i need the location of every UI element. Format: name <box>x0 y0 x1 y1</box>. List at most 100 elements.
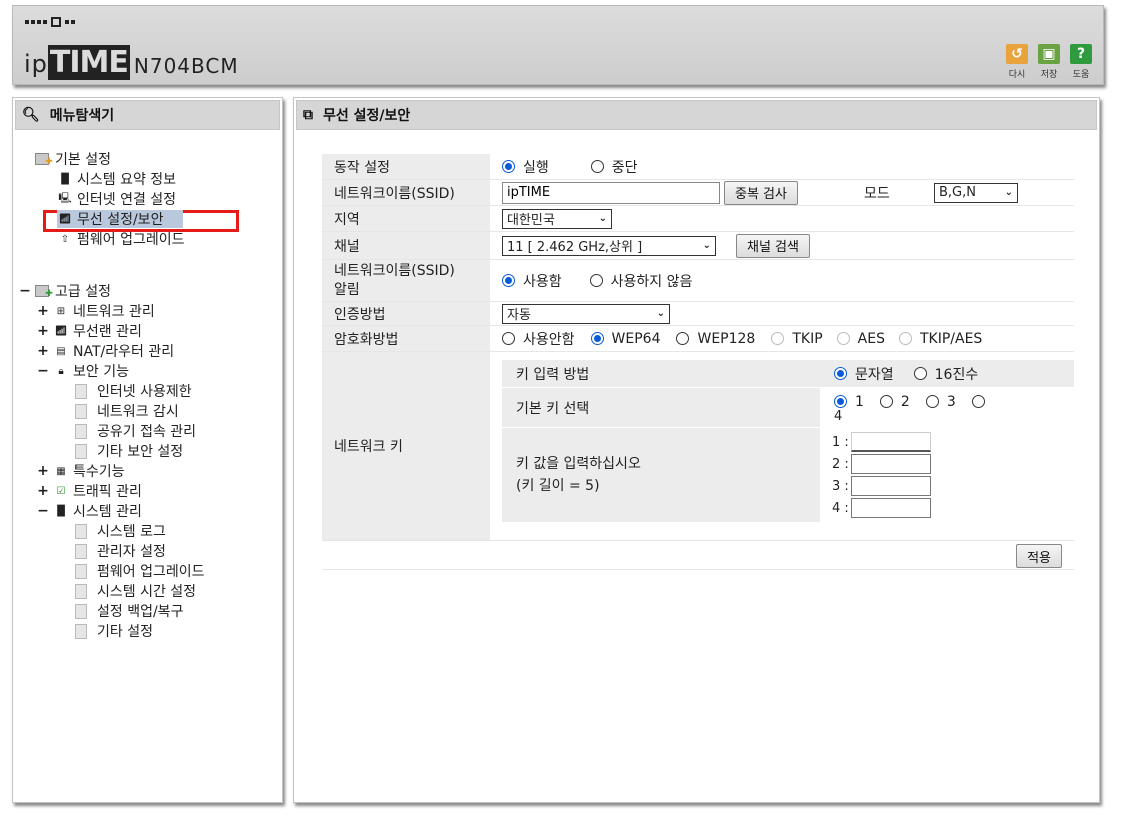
tree-item-other-security[interactable]: 기타 보안 설정 <box>75 442 183 460</box>
chevron-down-icon: ⌄ <box>1004 187 1013 198</box>
region-select[interactable]: 대한민국 ⌄ <box>502 208 612 229</box>
tree-item-router-access[interactable]: 공유기 접속 관리 <box>75 422 196 440</box>
tree-item-wireless-security[interactable]: 📶︎ 무선 설정/보안 <box>57 210 183 228</box>
wireless-settings-panel: ⧉ 무선 설정/보안 동작 설정 실행 중단 네트워크이름(SSID) 중복 검… <box>293 97 1100 803</box>
tree-basic-settings[interactable]: ✚ 기본 설정 <box>35 150 111 168</box>
page-icon <box>75 603 87 619</box>
network-key-table: 키 입력 방법 문자열 16진수 기본 키 선택 1 2 3 4 키 값을 입력… <box>502 360 1074 522</box>
page-icon <box>75 563 87 579</box>
chevron-down-icon: ⌄ <box>702 240 711 251</box>
row-operation: 동작 설정 실행 중단 <box>322 154 1074 180</box>
row-channel: 채널 11 [ 2.462 GHz,상위 ] ⌄ 채널 검색 <box>322 232 1074 260</box>
traffic-icon: ☑ <box>56 485 66 497</box>
tree-item-firmware-upgrade-adv[interactable]: 펌웨어 업그레이드 <box>75 562 205 580</box>
radio-default-key-3[interactable]: 3 <box>925 394 956 410</box>
wireless-icon: 📶︎ <box>58 213 72 225</box>
tree-item-system-log[interactable]: 시스템 로그 <box>75 522 166 540</box>
tree-item-firmware-upgrade[interactable]: ⇧ 펌웨어 업그레이드 <box>57 230 185 248</box>
chart-icon: ▐▌ <box>57 173 73 185</box>
tree-item-other-settings[interactable]: 기타 설정 <box>75 622 153 640</box>
page-icon <box>75 423 87 439</box>
tree-item-system-management[interactable]: − ▐▌ 시스템 관리 <box>37 502 142 520</box>
radio-broadcast-on[interactable]: 사용함 <box>502 271 562 291</box>
radio-broadcast-off[interactable]: 사용하지 않음 <box>589 271 692 291</box>
radio-default-key-4[interactable] <box>971 395 993 408</box>
tree-item-internet-restriction[interactable]: 인터넷 사용제한 <box>75 382 192 400</box>
magnifier-icon: 🔍︎ <box>22 107 40 123</box>
menu-explorer-panel: 🔍︎ 메뉴탐색기 ✚ 기본 설정 ▐▌ 시스템 요약 정보 🖳︎ 인터넷 연결 설정… <box>12 97 283 803</box>
window-icon: ⧉ <box>303 107 313 123</box>
key-line-2: 2 : <box>832 453 931 475</box>
key-input-3[interactable] <box>850 476 931 496</box>
folder-icon: ✚ <box>35 153 53 167</box>
tree-item-traffic-management[interactable]: + ☑ 트래픽 관리 <box>37 482 142 500</box>
key-line-1: 1 : <box>832 431 931 453</box>
duplicate-check-button[interactable]: 중복 검사 <box>724 180 798 205</box>
tree-item-nat-router[interactable]: + ▤ NAT/라우터 관리 <box>37 342 174 360</box>
lock-icon: 🔒︎ <box>58 365 64 377</box>
radio-enc-aes[interactable]: AES <box>836 331 885 347</box>
tree-item-security-features[interactable]: − 🔒︎ 보안 기능 <box>37 362 129 380</box>
page-icon <box>75 443 87 459</box>
radio-operation-stop[interactable]: 중단 <box>590 157 638 177</box>
network-icon: ⊞ <box>56 305 66 317</box>
save-icon: ▣ <box>1038 44 1060 64</box>
help-button[interactable]: ? 도움 <box>1069 44 1093 80</box>
radio-default-key-2[interactable]: 2 <box>879 394 910 410</box>
tree-item-backup-restore[interactable]: 설정 백업/복구 <box>75 602 183 620</box>
auth-select[interactable]: 자동 ⌄ <box>502 303 670 324</box>
channel-select[interactable]: 11 [ 2.462 GHz,상위 ] ⌄ <box>502 235 716 256</box>
tree-item-network-monitor[interactable]: 네트워크 감시 <box>75 402 179 420</box>
chart-icon: ▐▌ <box>53 505 69 517</box>
tree-advanced-settings[interactable]: − ✚ 고급 설정 <box>19 282 111 300</box>
page-icon <box>75 523 87 539</box>
header-tools: ↺ 다시 ▣ 저장 ? 도움 <box>1005 44 1093 80</box>
wireless-icon: 📶︎ <box>54 325 68 337</box>
page-icon <box>75 403 87 419</box>
header-bar: ip TIME N704BCM ↺ 다시 ▣ 저장 ? 도움 <box>12 5 1104 85</box>
brand-time: TIME <box>47 45 130 80</box>
chevron-down-icon: ⌄ <box>656 308 665 319</box>
key-input-1[interactable] <box>850 432 931 452</box>
radio-enc-tkip[interactable]: TKIP <box>771 331 823 347</box>
tree-item-wlan-management[interactable]: + 📶︎ 무선랜 관리 <box>37 322 142 340</box>
brand-logo: ip TIME N704BCM <box>24 45 239 80</box>
page-icon <box>75 583 87 599</box>
tree-item-system-time[interactable]: 시스템 시간 설정 <box>75 582 196 600</box>
tree-item-system-summary[interactable]: ▐▌ 시스템 요약 정보 <box>57 170 176 188</box>
page-icon <box>75 383 87 399</box>
key-input-4[interactable] <box>850 498 931 518</box>
radio-enc-tkip-aes[interactable]: TKIP/AES <box>898 331 982 347</box>
tree-item-network-management[interactable]: + ⊞ 네트워크 관리 <box>37 302 155 320</box>
refresh-button[interactable]: ↺ 다시 <box>1005 44 1029 80</box>
radio-key-string[interactable]: 문자열 <box>834 364 894 384</box>
radio-enc-wep64[interactable]: WEP64 <box>590 331 660 347</box>
radio-key-hex[interactable]: 16진수 <box>913 364 978 384</box>
radio-enc-none[interactable]: 사용안함 <box>502 329 575 349</box>
page-title: ⧉ 무선 설정/보안 <box>296 100 1097 130</box>
key-input-2[interactable] <box>850 454 931 474</box>
menu-explorer-title: 🔍︎ 메뉴탐색기 <box>15 100 280 130</box>
radio-default-key-1[interactable]: 1 <box>834 394 864 410</box>
model-name: N704BCM <box>133 54 239 78</box>
radio-operation-run[interactable]: 실행 <box>502 157 549 177</box>
router-icon: ▤ <box>56 345 66 357</box>
row-default-key: 기본 키 선택 1 2 3 4 <box>502 388 1074 428</box>
tree-item-admin-settings[interactable]: 관리자 설정 <box>75 542 166 560</box>
radio-enc-wep128[interactable]: WEP128 <box>676 331 755 347</box>
brand-ip: ip <box>24 50 48 78</box>
mode-select[interactable]: B,G,N ⌄ <box>933 182 1018 203</box>
ssid-input[interactable] <box>502 181 720 204</box>
upgrade-icon: ⇧ <box>60 233 70 245</box>
tree-item-special-features[interactable]: + ▦ 특수기능 <box>37 462 124 480</box>
channel-search-button[interactable]: 채널 검색 <box>736 233 810 258</box>
help-icon: ? <box>1070 44 1092 64</box>
page-icon <box>75 623 87 639</box>
row-key-values: 키 값을 입력하십시오 (키 길이 = 5) 1 : 2 : 3 : 4 : <box>502 428 1074 522</box>
save-button[interactable]: ▣ 저장 <box>1037 44 1061 80</box>
tree-item-internet-setup[interactable]: 🖳︎ 인터넷 연결 설정 <box>57 190 176 208</box>
row-ssid-broadcast: 네트워크이름(SSID) 알림 사용함 사용하지 않음 <box>322 260 1074 302</box>
apply-button[interactable]: 적용 <box>1016 544 1062 568</box>
folder-icon: ✚ <box>35 285 53 299</box>
apply-row: 적용 <box>322 540 1074 570</box>
